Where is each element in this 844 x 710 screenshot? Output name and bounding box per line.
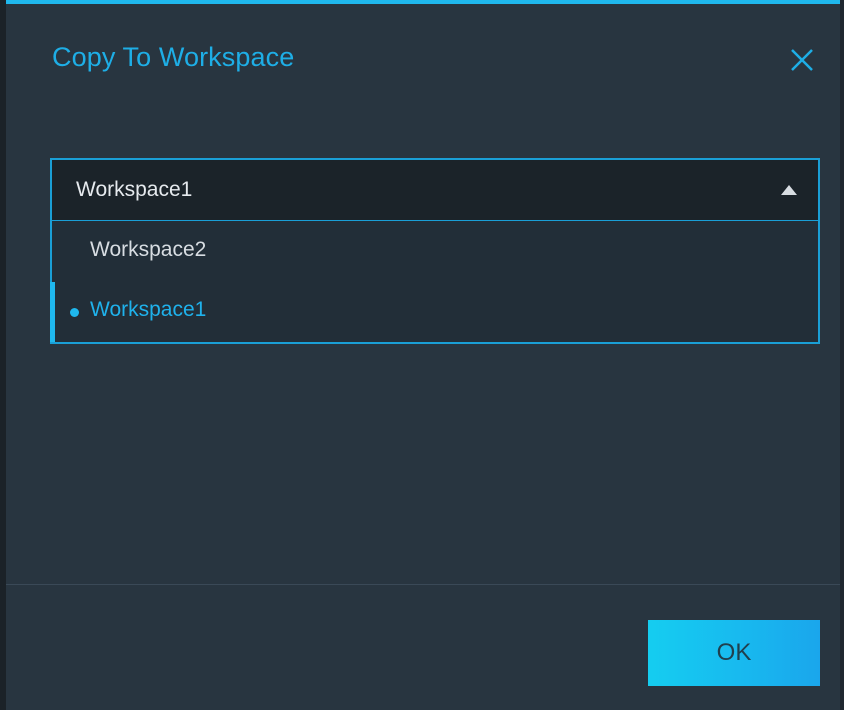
workspace-option-label: Workspace1	[90, 298, 207, 321]
workspace-select-value: Workspace1	[76, 178, 193, 201]
close-icon	[791, 49, 813, 71]
caret-up-icon	[781, 185, 797, 195]
selected-dot-icon	[70, 308, 79, 317]
workspace-dropdown: Workspace1 Workspace2 Workspace1	[50, 158, 820, 344]
footer-divider	[6, 584, 840, 585]
close-button[interactable]	[786, 44, 818, 76]
copy-to-workspace-dialog: Copy To Workspace Workspace1 Workspace2 …	[6, 0, 840, 710]
ok-button[interactable]: OK	[648, 620, 820, 686]
dialog-title: Copy To Workspace	[52, 42, 295, 72]
workspace-option-selected[interactable]: Workspace1	[50, 282, 818, 342]
workspace-option[interactable]: Workspace2	[52, 222, 818, 280]
selection-indicator-bar	[50, 282, 55, 342]
workspace-option-label: Workspace2	[90, 238, 207, 261]
workspace-select[interactable]: Workspace1	[52, 160, 818, 221]
